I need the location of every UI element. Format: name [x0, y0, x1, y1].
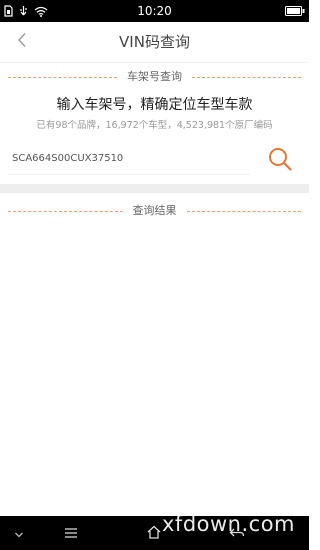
search-icon: [267, 148, 293, 176]
home-icon: [146, 524, 162, 543]
divider-line-left: [8, 76, 117, 78]
app-header: VIN码查询: [0, 22, 309, 62]
results-section-label: 查询结果: [132, 204, 177, 217]
vin-stats-text: 已有98个品牌，16,972个车型，4,523,981个原厂编码: [36, 120, 273, 131]
divider-line-right: [186, 210, 301, 212]
divider-line-right: [192, 76, 301, 78]
watermark-text: xfdown.com: [162, 512, 296, 536]
status-bar: 10:20: [0, 0, 309, 22]
vin-heading: 输入车架号，精确定位车型车款: [56, 97, 253, 113]
section-separator: [0, 184, 309, 193]
divider-line-left: [8, 210, 123, 212]
vin-search-row: [8, 142, 301, 176]
battery-icon: [285, 5, 305, 17]
search-button[interactable]: [267, 146, 293, 172]
vin-input[interactable]: [8, 142, 250, 175]
nav-home-button[interactable]: [145, 524, 163, 542]
status-time: 10:20: [137, 4, 172, 18]
chevron-down-icon: [14, 524, 24, 543]
header-divider: [0, 62, 309, 63]
vin-section-label: 车架号查询: [127, 70, 182, 83]
nav-menu-button[interactable]: [62, 524, 80, 542]
menu-icon: [64, 524, 78, 543]
results-section-divider: 查询结果: [8, 202, 301, 220]
nav-collapse-button[interactable]: [10, 524, 28, 542]
vin-section-divider: 车架号查询: [8, 68, 301, 86]
page-title: VIN码查询: [119, 33, 190, 51]
